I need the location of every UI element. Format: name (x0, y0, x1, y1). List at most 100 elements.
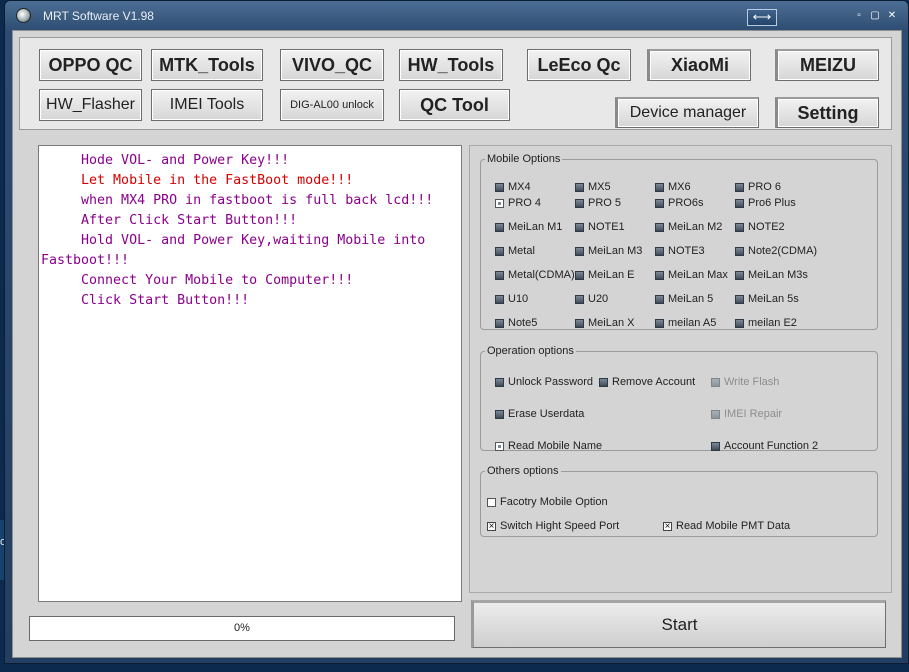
mobile-option[interactable]: MeiLan M3s (735, 269, 808, 281)
maximize-icon[interactable]: ▢ (868, 11, 882, 21)
log-line: Connect Your Mobile to Computer!!! (41, 273, 354, 288)
checkbox-icon[interactable] (575, 270, 584, 280)
start-label: Start (661, 615, 698, 634)
factory-mobile-option[interactable]: Facotry Mobile Option (487, 496, 608, 508)
mobile-option[interactable]: MeiLan M2 (655, 221, 722, 233)
checkbox-icon[interactable] (735, 222, 744, 232)
option-label: PRO 5 (588, 197, 622, 209)
unlock-password-option[interactable]: Unlock Password (495, 376, 593, 388)
checkbox-icon[interactable] (575, 246, 584, 256)
hw-tools-button[interactable]: HW_Tools (399, 49, 503, 81)
mobile-option[interactable]: MeiLan Max (655, 269, 728, 281)
mobile-option[interactable]: NOTE3 (655, 245, 705, 257)
dig-al00-unlock-button[interactable]: DIG-AL00 unlock (280, 89, 384, 121)
checkbox-icon[interactable] (495, 294, 504, 304)
app-icon[interactable] (16, 8, 31, 23)
hw-flasher-button[interactable]: HW_Flasher (39, 89, 142, 121)
erase-userdata-option[interactable]: Erase Userdata (495, 408, 584, 420)
log-output[interactable]: Hode VOL- and Power Key!!! Let Mobile in… (38, 145, 462, 602)
checkbox-icon[interactable] (735, 270, 744, 280)
checkbox-icon[interactable] (735, 294, 744, 304)
mobile-option[interactable]: U10 (495, 293, 528, 305)
checkbox-icon[interactable] (495, 441, 504, 451)
mobile-option[interactable]: Pro6 Plus (735, 197, 796, 209)
account-function-2-option[interactable]: Account Function 2 (711, 440, 818, 452)
mobile-option[interactable]: NOTE1 (575, 221, 625, 233)
mobile-option[interactable]: PRO 4 (495, 197, 541, 209)
xiaomi-button[interactable]: XiaoMi (647, 49, 751, 81)
mobile-option[interactable]: NOTE2 (735, 221, 785, 233)
start-button[interactable]: Start (471, 600, 886, 648)
checkbox-icon[interactable] (495, 409, 504, 419)
checkbox-icon[interactable] (655, 318, 664, 328)
checkbox-icon[interactable] (735, 198, 744, 208)
option-label: Unlock Password (508, 376, 593, 388)
imei-tools-button[interactable]: IMEI Tools (151, 89, 263, 121)
leeco-qc-button[interactable]: LeEco Qc (527, 49, 631, 81)
mobile-option[interactable]: MeiLan 5 (655, 293, 713, 305)
remove-account-option[interactable]: Remove Account (599, 376, 695, 388)
checkbox-icon[interactable] (655, 246, 664, 256)
checkbox-icon[interactable] (655, 270, 664, 280)
mobile-option[interactable]: meilan E2 (735, 317, 797, 329)
meizu-button[interactable]: MEIZU (775, 49, 879, 81)
checkbox-icon[interactable] (495, 246, 504, 256)
checkbox-icon[interactable] (655, 182, 664, 192)
resize-arrows-icon[interactable]: ⟷ (747, 9, 777, 26)
switch-high-speed-port-option[interactable]: × Switch Hight Speed Port (487, 520, 619, 532)
mobile-option[interactable]: Note2(CDMA) (735, 245, 817, 257)
checkbox-icon[interactable] (655, 294, 664, 304)
checkbox-icon[interactable] (655, 222, 664, 232)
setting-button[interactable]: Setting (775, 97, 879, 128)
mobile-option[interactable]: MX6 (655, 181, 691, 193)
mobile-option[interactable]: PRO6s (655, 197, 703, 209)
mobile-option[interactable]: meilan A5 (655, 317, 716, 329)
checkbox-icon[interactable] (575, 222, 584, 232)
checkbox-icon[interactable] (575, 182, 584, 192)
checkbox-icon[interactable] (599, 377, 608, 387)
checkbox-icon[interactable] (495, 198, 504, 208)
checkbox-checked-icon[interactable]: × (663, 521, 672, 531)
mobile-option[interactable]: MX5 (575, 181, 611, 193)
checkbox-icon[interactable] (735, 182, 744, 192)
read-mobile-name-option[interactable]: Read Mobile Name (495, 440, 602, 452)
checkbox-icon[interactable] (495, 377, 504, 387)
mobile-option[interactable]: Note5 (495, 317, 537, 329)
mobile-option[interactable]: PRO 5 (575, 197, 621, 209)
vivo-qc-button[interactable]: VIVO_QC (280, 49, 384, 81)
write-flash-option: Write Flash (711, 376, 779, 388)
checkbox-icon[interactable] (495, 318, 504, 328)
mobile-option[interactable]: MeiLan 5s (735, 293, 799, 305)
checkbox-icon[interactable] (575, 318, 584, 328)
mobile-option[interactable]: MeiLan M1 (495, 221, 562, 233)
checkbox-icon[interactable] (495, 222, 504, 232)
oppo-qc-button[interactable]: OPPO QC (39, 49, 142, 81)
operation-options-group: Operation options Unlock Password Remove… (480, 345, 878, 452)
minimize-icon[interactable]: ▫ (852, 11, 866, 21)
checkbox-icon[interactable] (655, 198, 664, 208)
checkbox-icon[interactable] (487, 497, 496, 507)
checkbox-icon[interactable] (711, 441, 720, 451)
read-mobile-pmt-data-option[interactable]: × Read Mobile PMT Data (663, 520, 790, 532)
mobile-option[interactable]: Metal (495, 245, 535, 257)
mobile-option[interactable]: MX4 (495, 181, 531, 193)
mobile-option[interactable]: MeiLan M3 (575, 245, 642, 257)
checkbox-icon[interactable] (495, 182, 504, 192)
mobile-option[interactable]: U20 (575, 293, 608, 305)
close-icon[interactable]: ✕ (885, 11, 899, 21)
qc-tool-button[interactable]: QC Tool (399, 89, 510, 121)
mtk-tools-button[interactable]: MTK_Tools (151, 49, 263, 81)
title-bar[interactable]: MRT Software V1.98 ⟷ ▫ ▢ ✕ (5, 1, 908, 31)
checkbox-icon[interactable] (495, 270, 504, 280)
checkbox-icon[interactable] (735, 246, 744, 256)
checkbox-checked-icon[interactable]: × (487, 521, 496, 531)
device-manager-button[interactable]: Device manager (615, 97, 759, 128)
option-label: Metal (508, 245, 535, 257)
checkbox-icon[interactable] (575, 198, 584, 208)
mobile-option[interactable]: Metal(CDMA) (495, 269, 575, 281)
checkbox-icon[interactable] (735, 318, 744, 328)
checkbox-icon[interactable] (575, 294, 584, 304)
mobile-option[interactable]: PRO 6 (735, 181, 781, 193)
mobile-option[interactable]: MeiLan X (575, 317, 634, 329)
mobile-option[interactable]: MeiLan E (575, 269, 634, 281)
